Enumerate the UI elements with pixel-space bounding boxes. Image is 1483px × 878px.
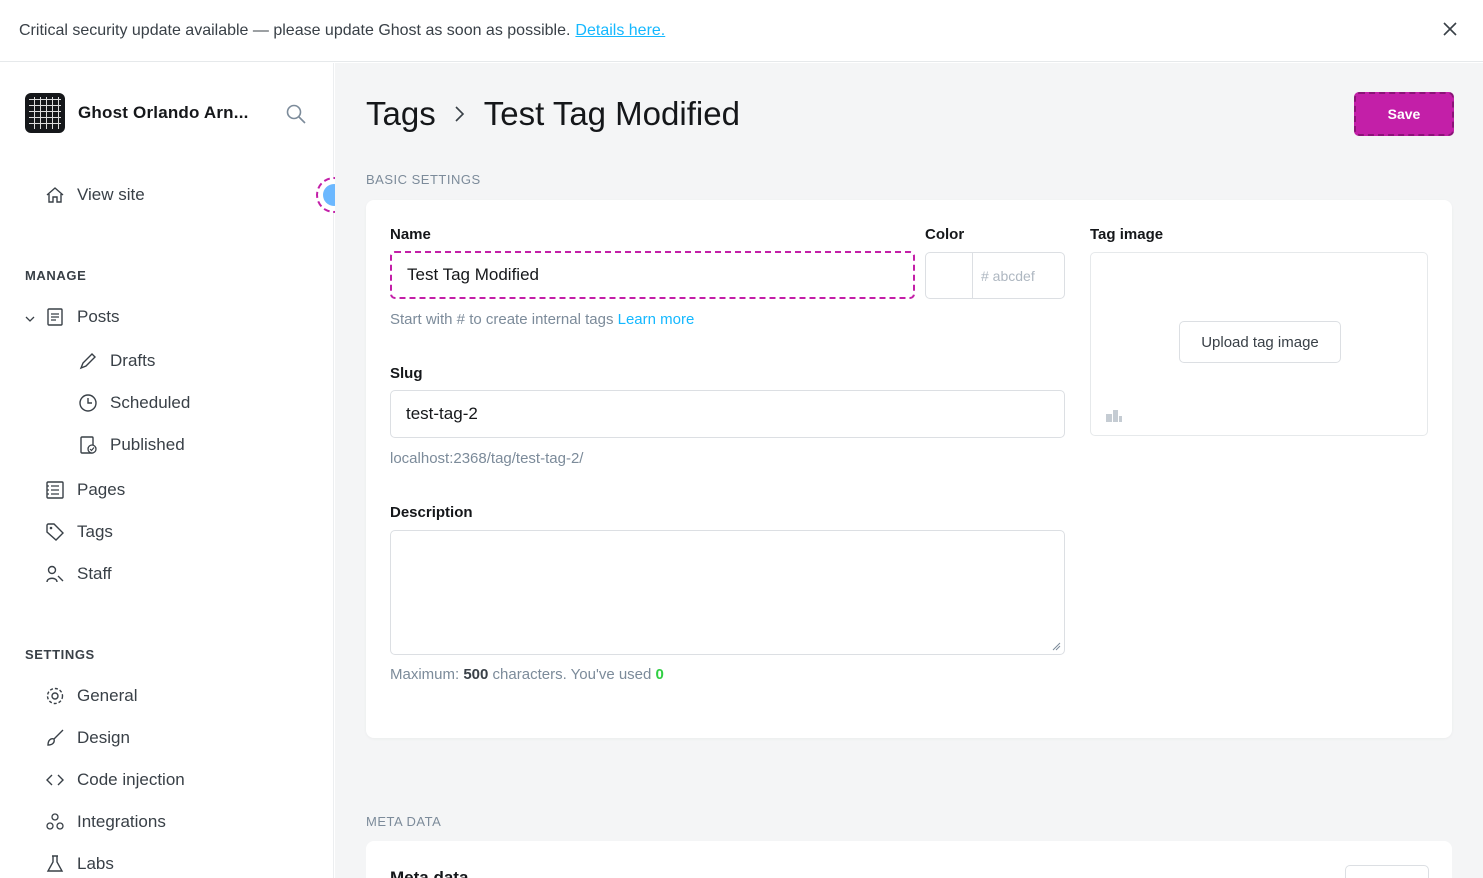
close-icon[interactable] [1439,18,1461,40]
description-label: Description [390,504,473,521]
sidebar-item-label: View site [77,185,145,204]
page-title: Test Tag Modified [483,95,740,132]
sidebar-item-label: Pages [77,480,126,499]
name-input[interactable]: Test Tag Modified [390,251,915,299]
sidebar-item-labs[interactable]: Labs [45,854,114,874]
learn-more-link[interactable]: Learn more [618,311,695,328]
sidebar-item-label: Labs [77,854,114,873]
sidebar-item-posts[interactable]: Posts [45,307,120,327]
description-textarea[interactable] [390,530,1065,655]
security-banner: Critical security update available — ple… [0,0,1483,62]
meta-data-expand-button[interactable] [1345,865,1429,878]
image-icon [1106,410,1122,422]
sidebar: Ghost Orlando Arn... View site MANAGE Po… [0,63,352,878]
breadcrumb-tags-link[interactable]: Tags [366,95,436,133]
sidebar-item-label: Integrations [77,812,166,831]
sidebar-item-label: Published [110,435,185,454]
site-logo [25,93,65,133]
gear-icon [46,687,64,705]
meta-data-title: Meta data [390,868,469,878]
description-char-count: Maximum: 500 characters. You've used 0 [390,666,664,683]
meta-data-card: Meta data [366,841,1452,878]
chevron-right-icon [455,106,464,122]
integrations-icon [46,813,64,830]
sidebar-item-published[interactable]: Published [78,435,185,455]
color-input[interactable]: # abcdef [925,252,1065,299]
count-prefix: Maximum: [390,666,460,683]
sidebar-item-label: Drafts [110,351,156,370]
sidebar-item-label: Scheduled [110,393,191,412]
slug-url: localhost:2368/tag/test-tag-2/ [390,450,584,467]
pages-icon [46,481,64,499]
breadcrumb: Tags Test Tag Modified [366,95,740,133]
site-brand[interactable]: Ghost Orlando Arn... [25,93,249,133]
slug-input[interactable]: test-tag-2 [390,390,1065,438]
code-icon [46,774,64,786]
site-name: Ghost Orlando Arn... [78,103,249,122]
color-hex-placeholder: # abcdef [981,267,1035,284]
meta-data-heading: META DATA [366,814,442,829]
resize-grip-icon[interactable] [1051,641,1061,651]
sidebar-item-label: Code injection [77,770,185,789]
save-button[interactable]: Save [1354,92,1454,136]
slug-label: Slug [390,365,423,382]
name-hint-text: Start with # to create internal tags [390,311,614,328]
count-mid: characters. You've used [492,666,652,683]
tag-icon [46,523,64,541]
sidebar-item-label: General [77,686,138,705]
color-label: Color [925,226,965,243]
sidebar-item-tags[interactable]: Tags [45,522,113,542]
tag-image-label: Tag image [1090,226,1164,243]
brush-icon [47,729,64,746]
sidebar-item-label: Staff [77,564,112,583]
published-icon [80,436,97,454]
sidebar-item-design[interactable]: Design [45,728,130,748]
sidebar-item-integrations[interactable]: Integrations [45,812,166,832]
main-content: Tags Test Tag Modified Save BASIC SETTIN… [335,63,1483,878]
sidebar-item-view-site[interactable]: View site [45,185,145,205]
count-max: 500 [463,666,489,683]
manage-section-label: MANAGE [25,268,87,283]
banner-message: Critical security update available — ple… [19,21,571,39]
sidebar-item-code-injection[interactable]: Code injection [45,770,185,790]
sidebar-item-label: Design [77,728,130,747]
name-hint: Start with # to create internal tags Lea… [390,311,694,328]
settings-section-label: SETTINGS [25,647,95,662]
basic-settings-card: Name Test Tag Modified Start with # to c… [366,200,1452,738]
sidebar-item-drafts[interactable]: Drafts [78,351,155,371]
posts-icon [47,308,63,326]
home-icon [46,187,64,203]
color-swatch[interactable] [926,253,973,298]
basic-settings-heading: BASIC SETTINGS [366,172,481,187]
name-label: Name [390,226,431,243]
banner-details-link[interactable]: Details here. [575,22,665,40]
upload-tag-image-button[interactable]: Upload tag image [1179,321,1341,363]
sidebar-item-label: Tags [77,522,113,541]
tag-image-dropzone[interactable]: Upload tag image [1090,252,1428,436]
sidebar-item-pages[interactable]: Pages [45,480,125,500]
chevron-down-icon[interactable] [24,313,36,325]
sidebar-item-label: Posts [77,307,120,326]
flask-icon [46,855,64,872]
pencil-icon [79,353,96,370]
sidebar-item-scheduled[interactable]: Scheduled [78,393,190,413]
sidebar-item-general[interactable]: General [45,686,137,706]
count-used: 0 [655,666,664,683]
search-icon[interactable] [285,103,307,125]
sidebar-item-staff[interactable]: Staff [45,564,112,584]
clock-icon [79,394,97,412]
staff-icon [46,565,64,583]
